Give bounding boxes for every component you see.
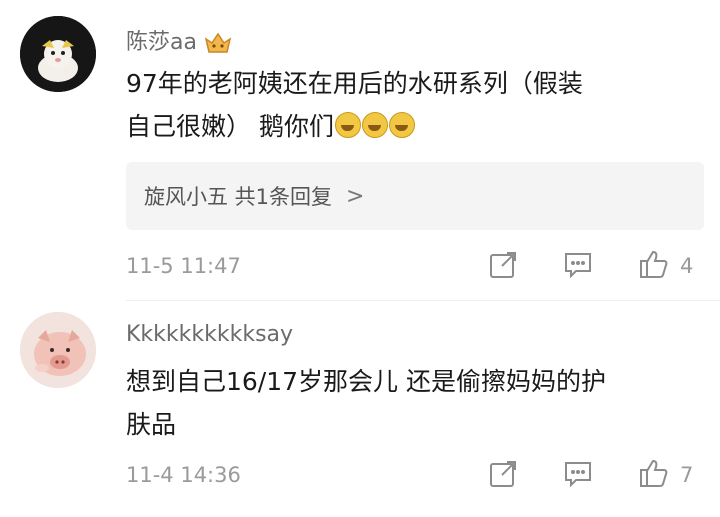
comment-text-line: 肤品 [126,410,177,439]
comment-item: Kkkkkkkkkksay 想到自己16/17岁那会儿 还是偷擦妈妈的护 肤品 … [0,0,720,517]
comment-text-line: 想到自己16/17岁那会儿 还是偷擦妈妈的护 [126,367,606,396]
thumbs-up-icon[interactable] [638,457,668,487]
like-count: 7 [680,463,694,487]
share-icon[interactable] [488,459,518,489]
comment-time: 11-4 14:36 [126,463,241,487]
username[interactable]: Kkkkkkkkkksay [126,322,293,347]
comment-text: 想到自己16/17岁那会儿 还是偷擦妈妈的护 肤品 [126,360,706,446]
avatar[interactable] [20,312,96,388]
comment-icon[interactable] [563,459,593,489]
